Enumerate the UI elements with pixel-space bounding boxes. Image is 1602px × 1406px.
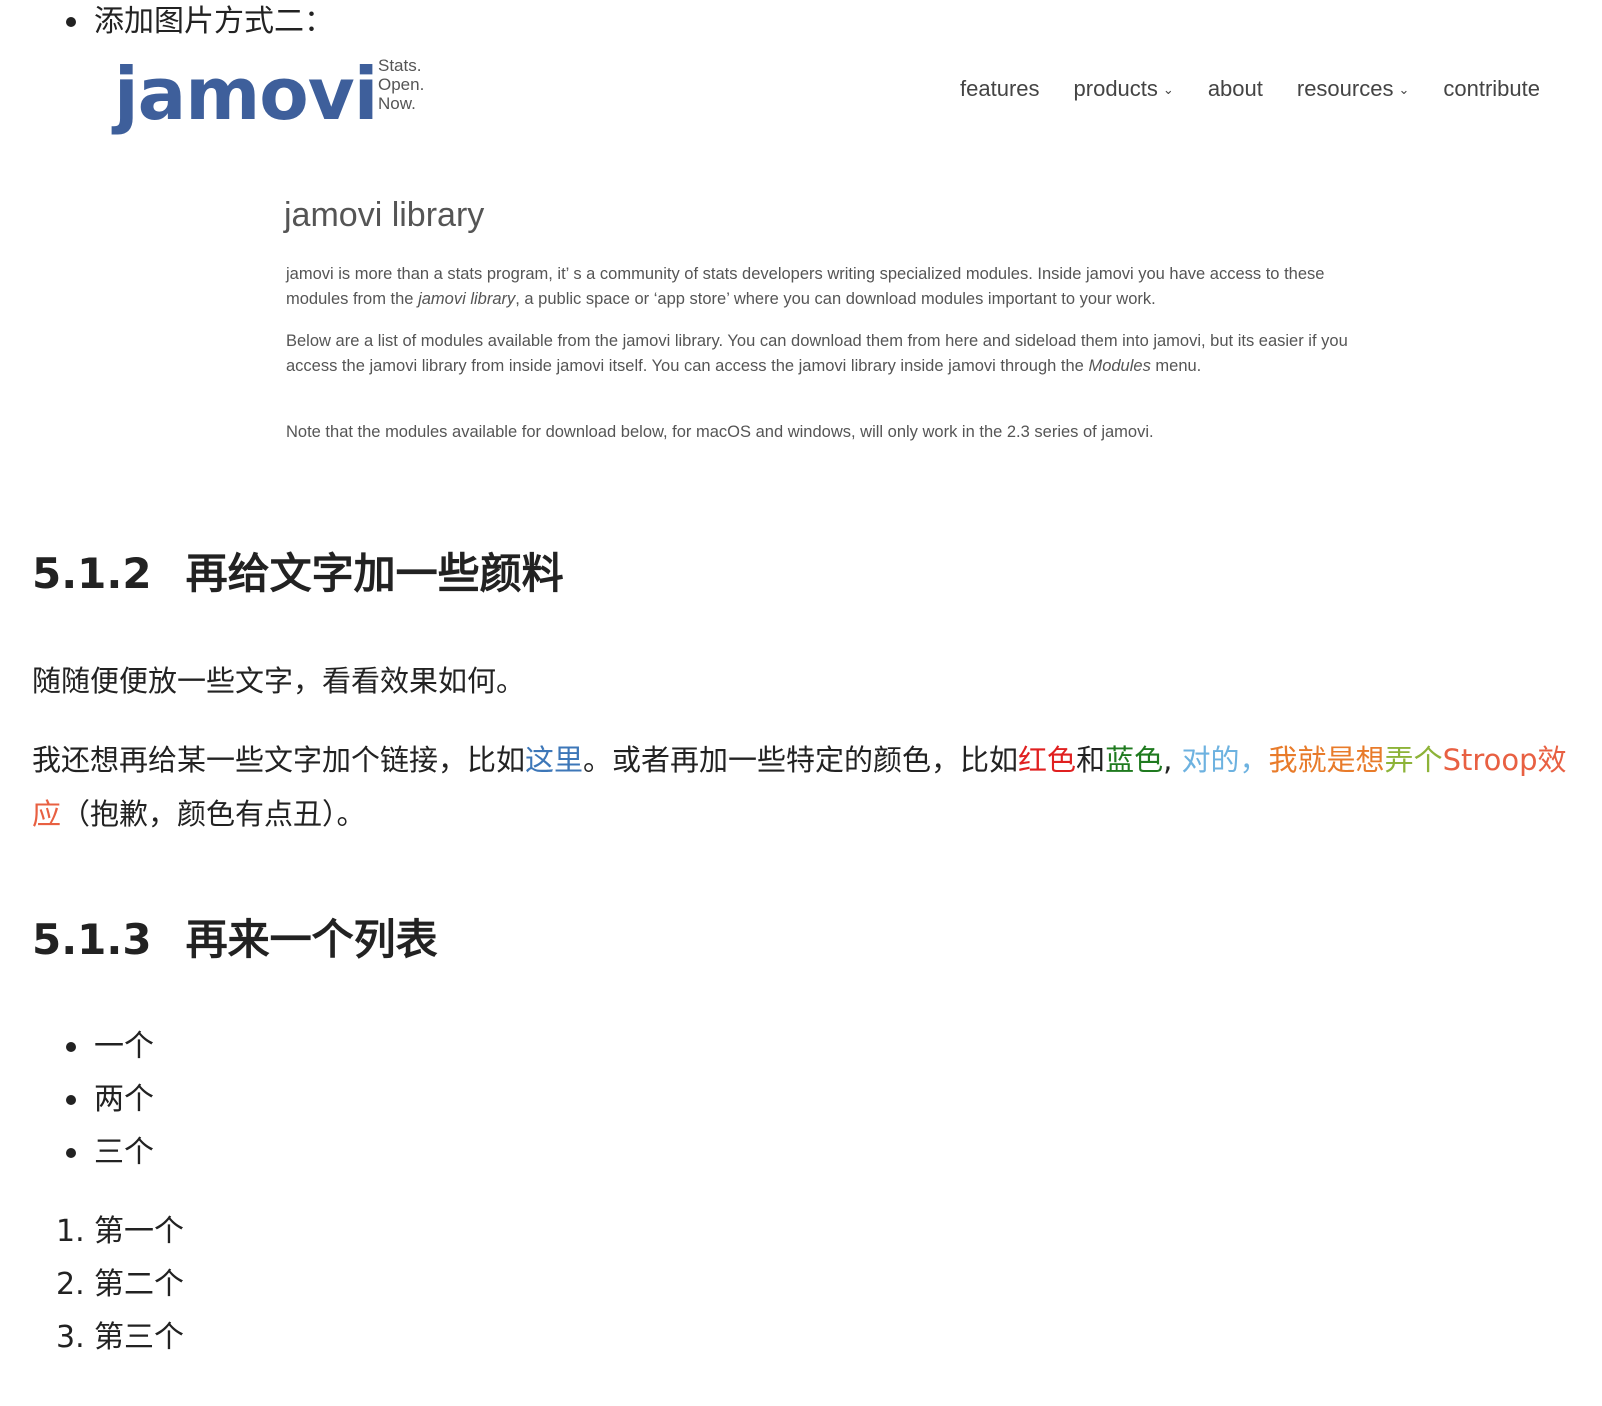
nav-about: about: [1208, 76, 1263, 102]
text: ,: [1163, 743, 1182, 777]
library-para-2: Below are a list of modules available fr…: [286, 329, 1376, 379]
chevron-down-icon: ⌄: [1162, 82, 1174, 98]
nav-label: features: [960, 76, 1040, 101]
ordered-list-item: 第三个: [94, 1320, 184, 1355]
nav-label: resources: [1296, 76, 1394, 101]
bullet-dot: [66, 1148, 76, 1158]
jamovi-logo: jamovi: [114, 52, 378, 136]
ordered-list-number: 2.: [56, 1267, 85, 1302]
library-title: jamovi library: [284, 196, 485, 234]
library-para-1: jamovi is more than a stats program, it’…: [286, 262, 1376, 312]
nav-features: features: [960, 76, 1040, 102]
section-title: 再给文字加一些颜料: [185, 549, 564, 598]
embedded-screenshot: jamovi Stats. Open. Now. features produc…: [96, 48, 1576, 468]
nav-label: products: [1073, 76, 1158, 101]
section-heading-5-1-3: 5.1.3 再来一个列表: [32, 912, 438, 968]
paragraph-2: 我还想再给某一些文字加个链接，比如这里。或者再加一些特定的颜色，比如红色和蓝色,…: [32, 733, 1572, 841]
ordered-list-item: 第二个: [94, 1267, 184, 1302]
list-item: 两个: [94, 1082, 154, 1117]
ordered-list-number: 1.: [56, 1214, 85, 1249]
text: 。或者再加一些特定的颜色，比如: [583, 743, 1019, 777]
green-text: 蓝色: [1105, 743, 1164, 777]
nav-label: about: [1207, 76, 1263, 101]
red-text: 红色: [1018, 743, 1077, 777]
bullet-dot: [66, 1095, 76, 1105]
chevron-down-icon: ⌄: [1398, 82, 1410, 98]
section-heading-5-1-2: 5.1.2 再给文字加一些颜料: [32, 546, 564, 602]
nav-contribute: contribute: [1443, 76, 1540, 102]
paragraph-1: 随随便便放一些文字，看看效果如何。: [32, 654, 1572, 708]
text: , a public space or ‘app store’ where yo…: [515, 290, 1156, 308]
list-item-add-image: 添加图片方式二：: [94, 2, 334, 42]
tagline-line: Open.: [378, 75, 425, 94]
skyblue-text: 对的，: [1181, 743, 1269, 777]
section-title: 再来一个列表: [185, 915, 438, 964]
emphasis: Modules: [1088, 357, 1151, 375]
text: （抱歉，颜色有点丑）。: [61, 797, 366, 831]
nav-products: products ⌄: [1074, 76, 1174, 102]
text: menu.: [1150, 357, 1202, 375]
list-item-text: 添加图片方式二：: [94, 4, 334, 39]
document: 添加图片方式二： jamovi Stats. Open. Now. featur…: [0, 0, 1602, 1406]
here-link[interactable]: 这里: [525, 743, 583, 777]
ordered-list-item: 第一个: [94, 1214, 184, 1249]
bullet-dot: [66, 17, 76, 27]
emphasis: jamovi library: [418, 290, 516, 308]
list-item: 三个: [94, 1135, 154, 1170]
ordered-list-number: 3.: [56, 1320, 85, 1355]
nav-resources: resources ⌄: [1297, 76, 1410, 102]
logo-tagline: Stats. Open. Now.: [378, 56, 424, 113]
nav-label: contribute: [1443, 76, 1540, 101]
yellowgreen-text: 弄个: [1384, 743, 1443, 777]
site-nav: features products ⌄ about resources ⌄ cont…: [960, 76, 1540, 102]
tagline-line: Stats.: [378, 56, 422, 75]
section-number: 5.1.2: [32, 549, 152, 598]
text: 我还想再给某一些文字加个链接，比如: [32, 743, 526, 777]
bullet-dot: [66, 1042, 76, 1052]
library-para-3: Note that the modules available for down…: [286, 420, 1376, 445]
section-number: 5.1.3: [32, 915, 152, 964]
orange-text: 我就是想: [1268, 743, 1385, 777]
text: 和: [1076, 743, 1106, 777]
list-item: 一个: [94, 1029, 154, 1064]
text: Note that the modules available for down…: [286, 423, 1154, 441]
text: 随随便便放一些文字，看看效果如何。: [32, 664, 526, 698]
tagline-line: Now.: [378, 94, 416, 113]
